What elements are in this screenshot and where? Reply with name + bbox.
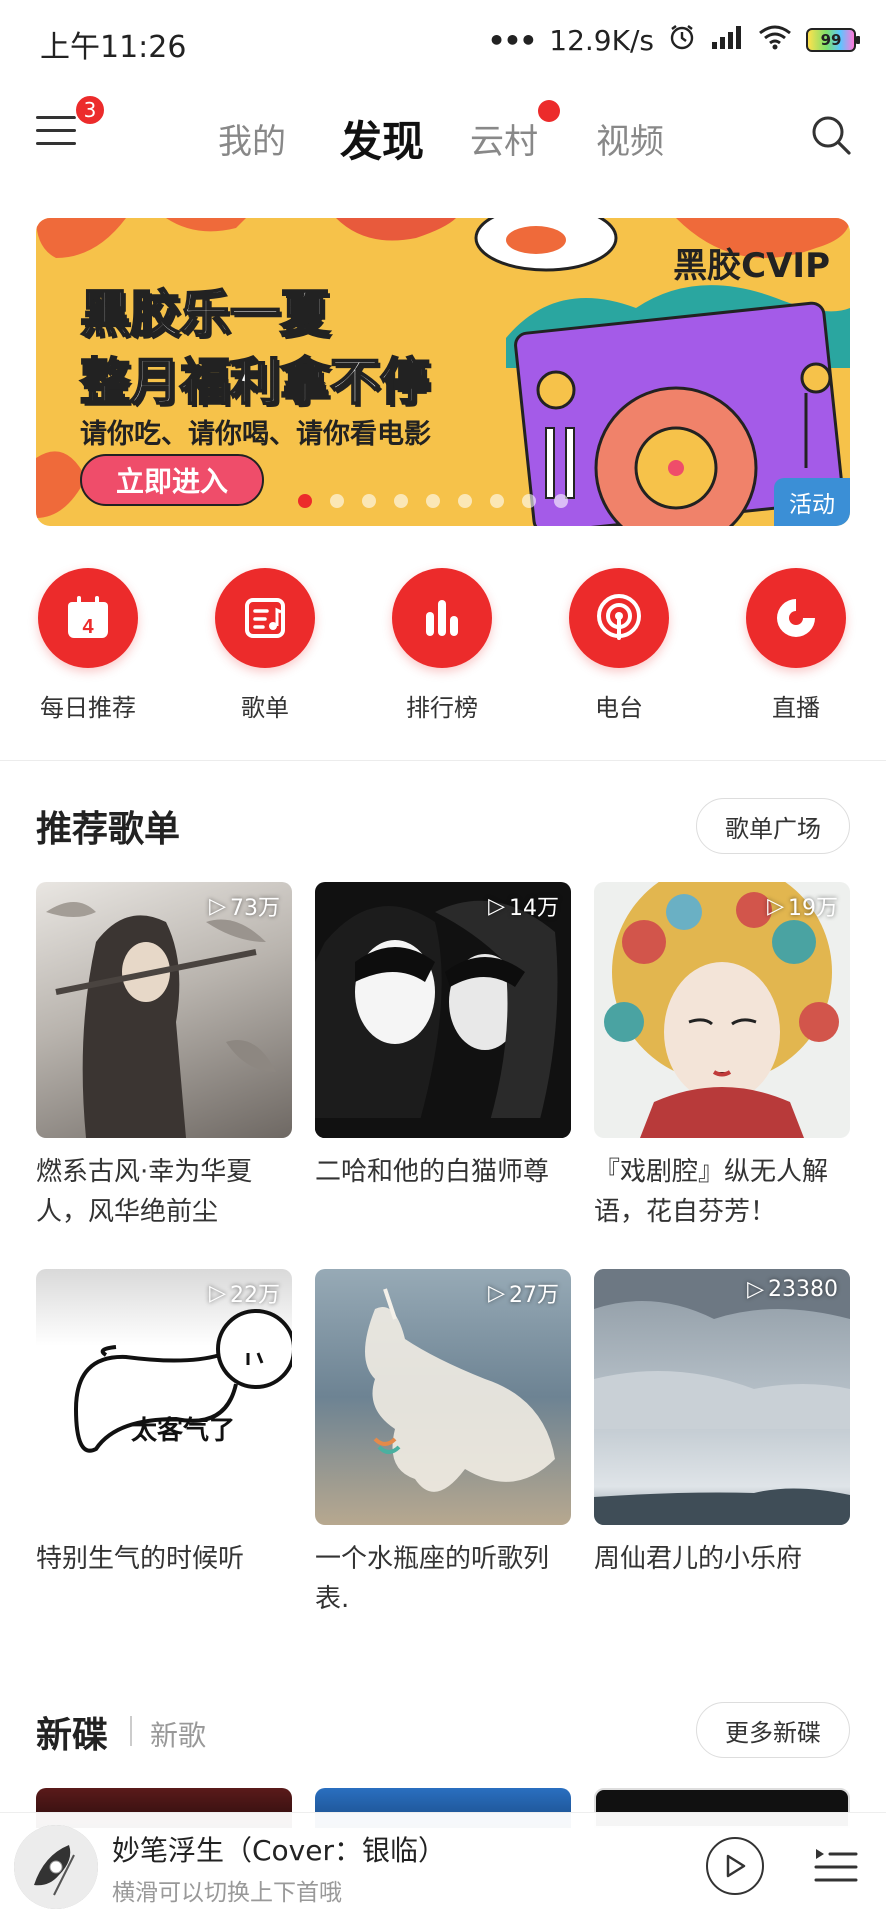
search-button[interactable] <box>810 114 852 156</box>
queue-icon <box>814 1849 858 1882</box>
tab-mine[interactable]: 我的 <box>218 114 286 163</box>
play-button[interactable] <box>706 1837 764 1895</box>
wifi-icon <box>758 24 792 57</box>
play-triangle-icon: ▷ <box>209 893 226 919</box>
play-count: ▷ 14万 <box>488 893 559 922</box>
playlist-cover: ▷ 23380 <box>594 1269 850 1525</box>
banner-caption: 请你吃、请你喝、请你看电影 <box>80 419 431 450</box>
play-icon <box>726 1854 746 1878</box>
playlist-icon <box>215 568 315 668</box>
banner-tag: 活动 <box>774 478 850 526</box>
quick-label: 排行榜 <box>406 694 478 722</box>
live-icon <box>746 568 846 668</box>
quick-label: 每日推荐 <box>40 694 136 722</box>
banner-headline: 黑胶乐一夏 <box>79 284 331 344</box>
pager-dot <box>458 494 472 508</box>
pager-dot <box>298 494 312 508</box>
search-icon <box>812 116 851 155</box>
recommend-title: 推荐歌单 <box>36 809 181 850</box>
chart-bars-icon <box>392 568 492 668</box>
tab-discover[interactable]: 发现 <box>340 108 424 169</box>
pager-dot <box>522 494 536 508</box>
play-count: ▷ 22万 <box>209 1280 280 1309</box>
status-right: ••• 12.9K/s 99 <box>487 22 860 58</box>
podcast-icon <box>569 568 669 668</box>
quick-label: 电台 <box>595 694 643 722</box>
quick-label: 直播 <box>772 694 820 722</box>
playlist-cover: ▷ 73万 <box>36 882 292 1138</box>
tab-video[interactable]: 视频 <box>596 114 664 163</box>
quick-entries: 4 每日推荐 歌单 排行榜 电台 直播 <box>0 568 886 738</box>
playlist-cover: 太客气了 ▷ 22万 <box>36 1269 292 1525</box>
newdisc-title[interactable]: 新碟 <box>36 1706 108 1758</box>
top-nav: 3 我的 发现 云村 视频 <box>0 90 886 186</box>
playlist-title: 燃系古风·幸为华夏人，风华绝前尘 <box>36 1157 253 1227</box>
network-speed: 12.9K/s <box>549 23 654 57</box>
notification-dots: ••• <box>487 23 538 57</box>
playlist-title: 特别生气的时候听 <box>36 1544 245 1574</box>
playlist-card[interactable]: 太客气了 ▷ 22万 特别生气的时候听 <box>36 1269 292 1579</box>
banner-pager <box>298 494 568 508</box>
status-bar: 上午11:26 ••• 12.9K/s 99 <box>0 0 886 80</box>
pager-dot <box>426 494 440 508</box>
now-playing-title: 妙笔浮生（Cover：银临） <box>112 1834 446 1867</box>
status-time: 上午11:26 <box>40 30 187 65</box>
pager-dot <box>554 494 568 508</box>
album-art <box>14 1825 98 1909</box>
quick-charts[interactable]: 排行榜 <box>372 568 512 723</box>
playlist-card[interactable]: ▷ 19万 『戏剧腔』纵无人解语，花自芬芳！ <box>594 882 850 1232</box>
top-tabs: 我的 发现 云村 视频 <box>0 90 886 186</box>
signal-icon <box>710 24 744 57</box>
play-count: ▷ 19万 <box>767 893 838 922</box>
alarm-icon <box>668 23 696 58</box>
pager-dot <box>362 494 376 508</box>
calendar-icon: 4 <box>38 568 138 668</box>
quick-radio[interactable]: 电台 <box>549 568 689 723</box>
battery-icon: 99 <box>806 28 860 52</box>
play-triangle-icon: ▷ <box>488 1280 505 1306</box>
tab-village[interactable]: 云村 <box>470 114 538 163</box>
play-triangle-icon: ▷ <box>747 1277 764 1302</box>
pager-dot <box>394 494 408 508</box>
playlist-card[interactable]: ▷ 14万 二哈和他的白猫师尊 <box>315 882 571 1192</box>
playlist-card[interactable]: ▷ 73万 燃系古风·幸为华夏人，风华绝前尘 <box>36 882 292 1232</box>
pager-dot <box>330 494 344 508</box>
mini-player[interactable]: 妙笔浮生（Cover：银临） 横滑可以切换上下首哦 <box>0 1812 886 1920</box>
quick-live[interactable]: 直播 <box>726 568 866 723</box>
newsong-tab[interactable]: 新歌 <box>150 1714 206 1754</box>
promo-banner[interactable]: 黑胶CVIP 黑胶乐一夏 整月福利拿不停 请你吃、请你喝、请你看电影 立即进入 … <box>36 218 850 526</box>
play-triangle-icon: ▷ <box>209 1280 226 1306</box>
banner-cta-button[interactable]: 立即进入 <box>80 454 264 506</box>
vip-logo: 黑胶CVIP <box>673 246 830 286</box>
playlist-title: 『戏剧腔』纵无人解语，花自芬芳！ <box>594 1157 829 1227</box>
playlist-title: 二哈和他的白猫师尊 <box>315 1157 550 1187</box>
section-divider <box>0 760 886 761</box>
playlist-cover: ▷ 19万 <box>594 882 850 1138</box>
playlist-queue-button[interactable] <box>814 1843 858 1889</box>
playlist-card[interactable]: ▷ 27万 一个水瓶座的听歌列表. <box>315 1269 571 1619</box>
play-triangle-icon: ▷ <box>488 893 505 919</box>
banner-subheadline: 整月福利拿不停 <box>79 352 431 412</box>
quick-daily[interactable]: 4 每日推荐 <box>18 568 158 723</box>
playlist-square-button[interactable]: 歌单广场 <box>696 798 850 854</box>
more-discs-button[interactable]: 更多新碟 <box>696 1702 850 1758</box>
sticker-text: 太客气了 <box>131 1415 235 1446</box>
quick-playlist[interactable]: 歌单 <box>195 568 335 723</box>
village-dot-badge <box>538 100 560 122</box>
playlist-cover: ▷ 27万 <box>315 1269 571 1525</box>
svg-text:4: 4 <box>82 616 94 638</box>
pager-dot <box>490 494 504 508</box>
quick-label: 歌单 <box>241 694 289 722</box>
play-triangle-icon: ▷ <box>767 893 784 919</box>
playlist-title: 一个水瓶座的听歌列表. <box>315 1544 550 1614</box>
playlist-cover: ▷ 14万 <box>315 882 571 1138</box>
swipe-hint: 横滑可以切换上下首哦 <box>112 1880 342 1906</box>
play-count: ▷ 27万 <box>488 1280 559 1309</box>
playlist-title: 周仙君儿的小乐府 <box>594 1544 803 1574</box>
play-count: ▷ 23380 <box>747 1277 838 1302</box>
tab-separator <box>130 1716 132 1746</box>
play-count: ▷ 73万 <box>209 893 280 922</box>
playlist-card[interactable]: ▷ 23380 周仙君儿的小乐府 <box>594 1269 850 1579</box>
